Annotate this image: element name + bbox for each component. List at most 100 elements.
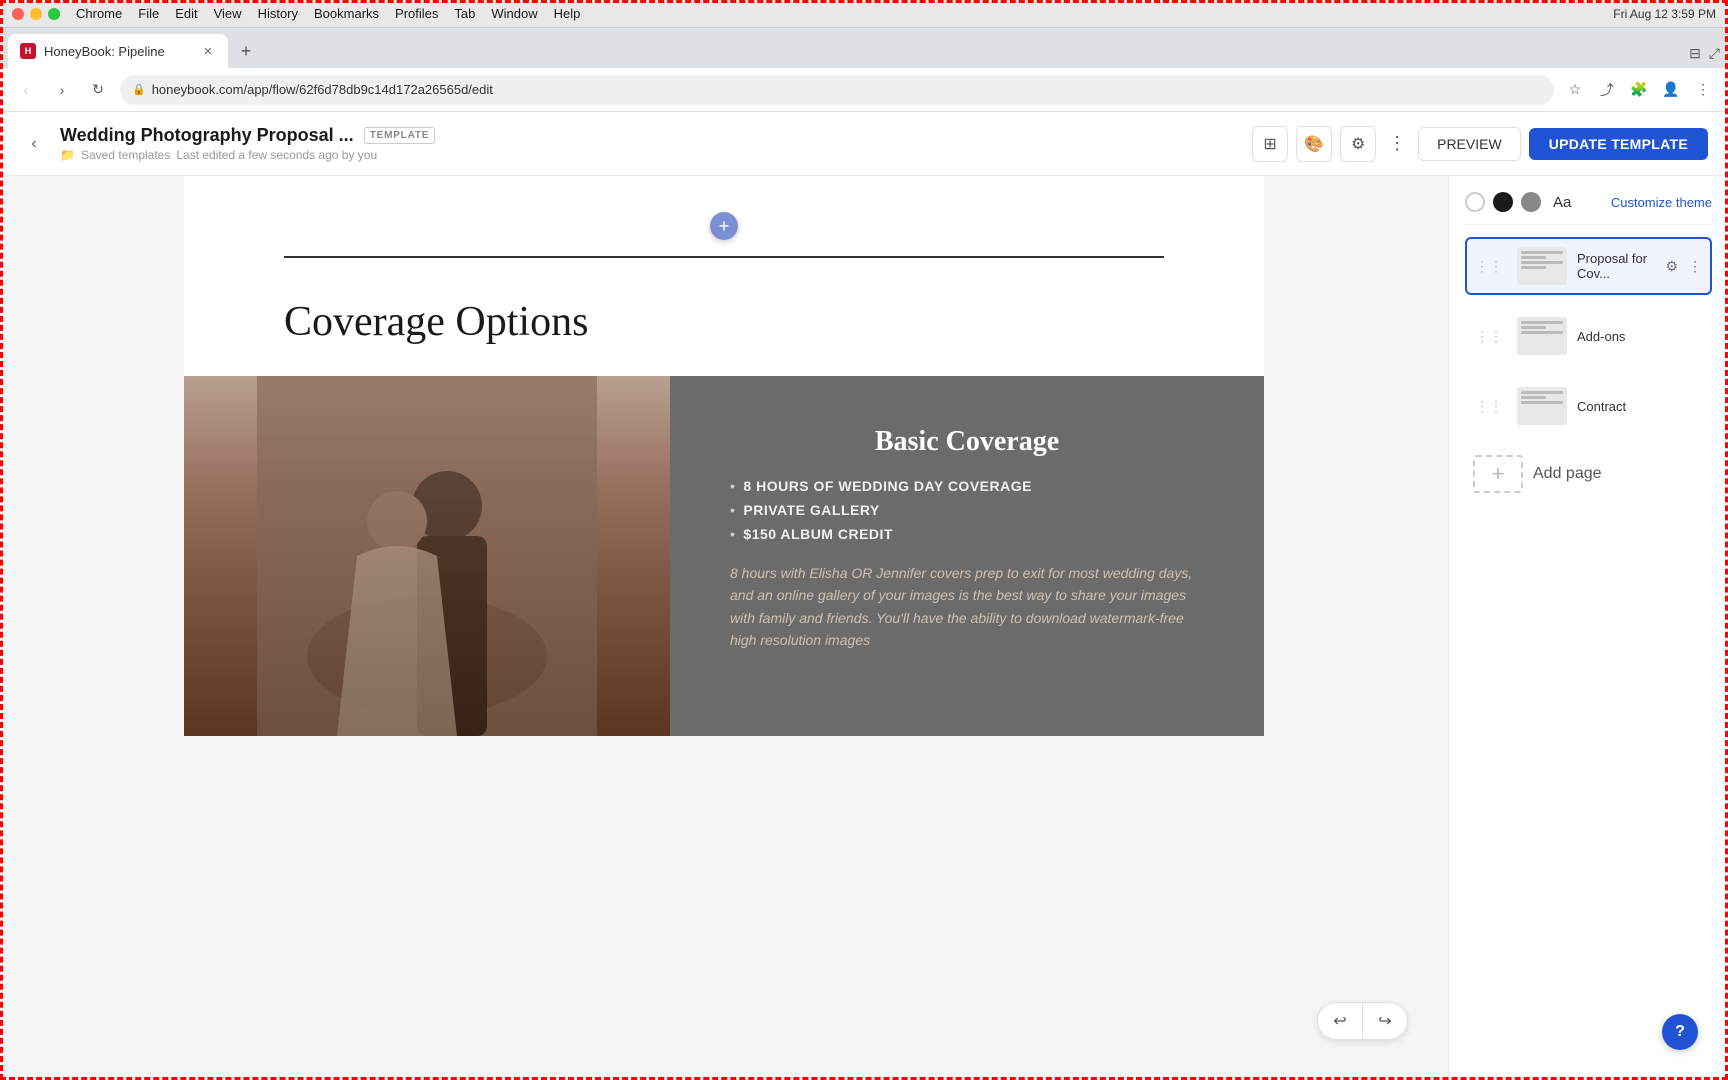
- page-thumbnail-1: [1517, 317, 1567, 355]
- close-dot[interactable]: [12, 8, 24, 20]
- palette-icon-button[interactable]: 🎨: [1296, 126, 1332, 162]
- share-icon[interactable]: ⤴: [1594, 77, 1620, 103]
- page-label-2: Contract: [1577, 399, 1702, 414]
- new-tab-button[interactable]: +: [232, 37, 260, 65]
- font-style-label[interactable]: Aa: [1553, 194, 1571, 211]
- last-edited-info: Last edited a few seconds ago by you: [176, 148, 377, 162]
- gray-theme-option[interactable]: [1521, 192, 1541, 212]
- forward-button[interactable]: ›: [48, 76, 76, 104]
- white-theme-option[interactable]: [1465, 192, 1485, 212]
- document-title: Wedding Photography Proposal ...: [60, 125, 354, 146]
- page-label-1: Add-ons: [1577, 329, 1702, 344]
- coverage-heading-section: Coverage Options: [184, 278, 1264, 376]
- tab-close-button[interactable]: ✕: [200, 43, 216, 59]
- chrome-window-controls: ⊟ ⤢: [1689, 45, 1720, 68]
- chrome-address-bar: ‹ › ↻ 🔒 honeybook.com/app/flow/62f6d78db…: [0, 68, 1728, 112]
- mac-os-bar: Chrome File Edit View History Bookmarks …: [0, 0, 1728, 28]
- drag-handle-icon-2: ⋮⋮: [1475, 398, 1503, 415]
- settings-icon-button[interactable]: ⚙: [1340, 126, 1376, 162]
- coverage-description: 8 hours with Elisha OR Jennifer covers p…: [730, 562, 1204, 652]
- redo-button[interactable]: ↪: [1363, 1003, 1407, 1039]
- update-template-button[interactable]: UPDATE TEMPLATE: [1529, 128, 1708, 160]
- right-sidebar: Aa Customize theme ⋮⋮ Proposal for Cov..…: [1448, 176, 1728, 1080]
- mac-menu-help[interactable]: Help: [554, 6, 581, 21]
- drag-handle-icon-1: ⋮⋮: [1475, 328, 1503, 345]
- undo-button[interactable]: ↩: [1318, 1003, 1362, 1039]
- coverage-features-list: 8 HOURS OF WEDDING DAY COVERAGE PRIVATE …: [730, 478, 1204, 542]
- mac-bar-left: Chrome File Edit View History Bookmarks …: [12, 6, 580, 21]
- coverage-feature-1: 8 HOURS OF WEDDING DAY COVERAGE: [730, 478, 1204, 494]
- mac-menu-bookmarks[interactable]: Bookmarks: [314, 6, 379, 21]
- add-block-button[interactable]: +: [710, 212, 738, 240]
- minimize-dot[interactable]: [30, 8, 42, 20]
- top-content-section: +: [184, 176, 1264, 226]
- profile-icon[interactable]: 👤: [1658, 77, 1684, 103]
- more-options-icon[interactable]: ⋮: [1690, 77, 1716, 103]
- add-page-button[interactable]: + Add page: [1465, 447, 1712, 501]
- mac-menu-appname[interactable]: Chrome: [76, 6, 122, 21]
- template-badge: TEMPLATE: [364, 127, 436, 144]
- url-text: honeybook.com/app/flow/62f6d78db9c14d172…: [152, 82, 493, 97]
- undo-redo-controls: ↩ ↪: [1317, 1002, 1408, 1040]
- page-settings-icon-0[interactable]: ⚙: [1665, 258, 1678, 275]
- page-label-0: Proposal for Cov...: [1577, 251, 1655, 281]
- bookmark-star-icon[interactable]: ☆: [1562, 77, 1588, 103]
- page-more-icon-0[interactable]: ⋮: [1688, 258, 1702, 275]
- extensions-icon[interactable]: 🧩: [1626, 77, 1652, 103]
- couple-svg: [184, 376, 670, 736]
- mac-menu-window[interactable]: Window: [491, 6, 537, 21]
- mac-dots: [12, 8, 60, 20]
- mac-menu-file[interactable]: File: [138, 6, 159, 21]
- header-actions: ⊞ 🎨 ⚙ ⋮ PREVIEW UPDATE TEMPLATE: [1252, 126, 1708, 162]
- theme-options-bar: Aa Customize theme: [1465, 192, 1712, 225]
- browser-tab-active[interactable]: H HoneyBook: Pipeline ✕: [8, 34, 228, 68]
- tab-favicon: H: [20, 43, 36, 59]
- address-input[interactable]: 🔒 honeybook.com/app/flow/62f6d78db9c14d1…: [120, 75, 1554, 105]
- mac-menu-history[interactable]: History: [258, 6, 298, 21]
- app-header: ‹ Wedding Photography Proposal ... TEMPL…: [0, 112, 1728, 176]
- header-title-area: Wedding Photography Proposal ... TEMPLAT…: [60, 125, 435, 162]
- chrome-tab-bar: H HoneyBook: Pipeline ✕ + ⊟ ⤢: [0, 28, 1728, 68]
- sidebar-page-item-0[interactable]: ⋮⋮ Proposal for Cov... ⚙ ⋮: [1465, 237, 1712, 295]
- page-thumbnail-2: [1517, 387, 1567, 425]
- reload-button[interactable]: ↻: [84, 76, 112, 104]
- mac-bar-right: Fri Aug 12 3:59 PM: [1613, 7, 1716, 21]
- black-theme-option[interactable]: [1493, 192, 1513, 212]
- page-thumbnail-0: [1517, 247, 1567, 285]
- mac-menu-edit[interactable]: Edit: [175, 6, 197, 21]
- header-title-row: Wedding Photography Proposal ... TEMPLAT…: [60, 125, 435, 146]
- coverage-feature-2: PRIVATE GALLERY: [730, 502, 1204, 518]
- coverage-options-heading: Coverage Options: [284, 298, 1164, 346]
- customize-theme-link[interactable]: Customize theme: [1611, 195, 1712, 210]
- folder-icon: 📁: [60, 148, 75, 162]
- coverage-feature-3: $150 ALBUM CREDIT: [730, 526, 1204, 542]
- coverage-dark-section: Basic Coverage 8 HOURS OF WEDDING DAY CO…: [184, 376, 1264, 736]
- minimize-icon[interactable]: ⊟: [1689, 45, 1701, 62]
- canvas-area[interactable]: + Coverage Options: [0, 176, 1448, 1080]
- address-right-controls: ☆ ⤴ 🧩 👤 ⋮: [1562, 77, 1716, 103]
- maximize-dot[interactable]: [48, 8, 60, 20]
- navigate-back-button[interactable]: ‹: [20, 130, 48, 158]
- coverage-text-side: Basic Coverage 8 HOURS OF WEDDING DAY CO…: [670, 376, 1264, 736]
- sidebar-page-item-2[interactable]: ⋮⋮ Contract: [1465, 377, 1712, 435]
- header-subtitle: 📁 Saved templates Last edited a few seco…: [60, 148, 435, 162]
- back-button[interactable]: ‹: [12, 76, 40, 104]
- help-button[interactable]: ?: [1662, 1014, 1698, 1050]
- ssl-lock-icon: 🔒: [132, 83, 146, 96]
- mac-menu-tab[interactable]: Tab: [454, 6, 475, 21]
- couple-photo: [184, 376, 670, 736]
- more-options-button[interactable]: ⋮: [1384, 129, 1410, 158]
- mac-menu-view[interactable]: View: [214, 6, 242, 21]
- saved-templates-label[interactable]: Saved templates: [81, 148, 170, 162]
- expand-icon[interactable]: ⤢: [1709, 45, 1720, 62]
- couple-photo-side: [184, 376, 670, 736]
- preview-button[interactable]: PREVIEW: [1418, 127, 1521, 161]
- sidebar-page-item-1[interactable]: ⋮⋮ Add-ons: [1465, 307, 1712, 365]
- tab-title: HoneyBook: Pipeline: [44, 44, 165, 59]
- main-layout: + Coverage Options: [0, 176, 1728, 1080]
- horizontal-divider: [284, 256, 1164, 258]
- mac-menu-profiles[interactable]: Profiles: [395, 6, 438, 21]
- add-page-label: Add page: [1533, 465, 1602, 483]
- add-page-icon: +: [1473, 455, 1523, 493]
- pages-icon-button[interactable]: ⊞: [1252, 126, 1288, 162]
